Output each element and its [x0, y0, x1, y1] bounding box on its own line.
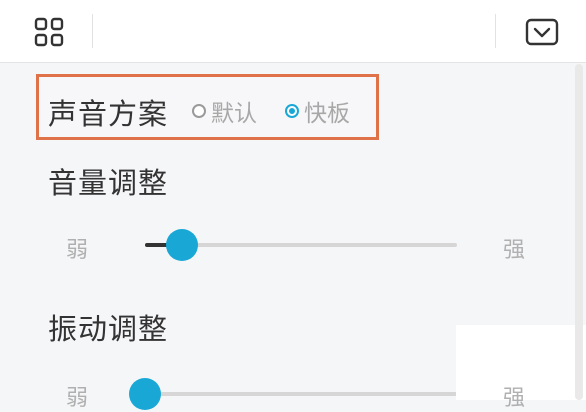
grid-icon — [34, 17, 64, 47]
vibration-title: 振动调整 — [48, 312, 169, 346]
radio-label-quick: 快板 — [304, 101, 350, 127]
volume-title: 音量调整 — [48, 166, 169, 200]
radio-checked-icon — [285, 104, 299, 118]
vibration-max-label: 强 — [503, 386, 526, 411]
collapse-keyboard-button[interactable] — [514, 10, 570, 54]
radio-option-default[interactable]: 默认 — [192, 94, 257, 128]
volume-slider[interactable] — [145, 229, 457, 261]
toolbar-divider-left — [92, 14, 93, 48]
volume-min-label: 弱 — [66, 238, 89, 263]
radio-option-quick[interactable]: 快板 — [285, 94, 350, 128]
volume-slider-thumb[interactable] — [166, 229, 198, 261]
chevron-down-icon — [525, 18, 559, 46]
sound-scheme-label: 声音方案 — [48, 97, 169, 131]
radio-label-default: 默认 — [211, 101, 257, 127]
volume-max-label: 强 — [503, 238, 526, 263]
top-toolbar — [0, 0, 586, 63]
toolbar-divider-right — [495, 14, 496, 48]
scrollbar[interactable] — [575, 64, 583, 400]
vibration-slider-thumb[interactable] — [129, 378, 161, 410]
vibration-slider[interactable] — [129, 378, 457, 410]
radio-unchecked-icon — [192, 104, 206, 118]
vibration-min-label: 弱 — [66, 386, 89, 411]
grid-menu-button[interactable] — [20, 10, 78, 54]
